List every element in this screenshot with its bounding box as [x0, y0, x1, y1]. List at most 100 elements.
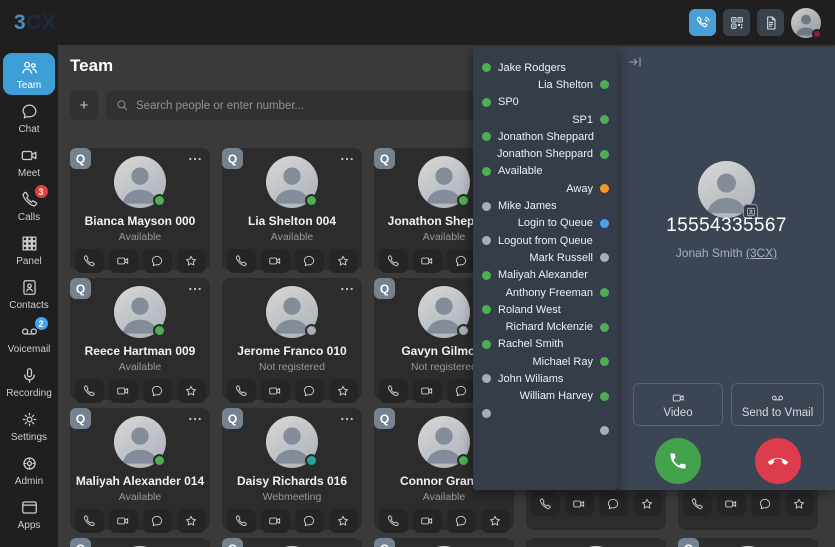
chat-button[interactable]: [295, 379, 324, 403]
call-button[interactable]: [379, 509, 408, 533]
call-button[interactable]: [531, 492, 560, 516]
chat-button[interactable]: [447, 249, 476, 273]
card-menu-button[interactable]: [337, 151, 357, 167]
transfer-list-item[interactable]: Lia Shelton: [473, 76, 618, 93]
transfer-list-item[interactable]: Away: [473, 180, 618, 197]
sidebar-item-team[interactable]: Team: [3, 53, 55, 95]
card-menu-button[interactable]: [185, 541, 205, 547]
sidebar-item-settings[interactable]: Settings: [3, 405, 55, 447]
transfer-list-item[interactable]: Logout from Queue: [473, 232, 618, 249]
video-call-button[interactable]: [413, 379, 442, 403]
chat-button[interactable]: [143, 249, 172, 273]
card-menu-button[interactable]: [337, 281, 357, 297]
favorite-button[interactable]: [329, 509, 358, 533]
call-button[interactable]: [227, 379, 256, 403]
chat-button[interactable]: [447, 379, 476, 403]
transfer-list-item[interactable]: Anthony Freeman: [473, 284, 618, 301]
call-button[interactable]: [75, 249, 104, 273]
handset-icon: [234, 254, 248, 268]
video-call-button[interactable]: [413, 249, 442, 273]
call-button[interactable]: [227, 509, 256, 533]
sidebar-item-panel[interactable]: Panel: [3, 229, 55, 271]
card-menu-button[interactable]: [489, 541, 509, 547]
transfer-list-item[interactable]: Roland West: [473, 301, 618, 318]
call-button[interactable]: [227, 249, 256, 273]
call-button[interactable]: [379, 379, 408, 403]
softphone-button[interactable]: [689, 9, 716, 36]
transfer-list-item[interactable]: Login to Queue: [473, 215, 618, 232]
transfer-list-item[interactable]: Jake Rodgers: [473, 59, 618, 76]
transfer-list-item[interactable]: Maliyah Alexander: [473, 267, 618, 284]
call-button[interactable]: [379, 249, 408, 273]
video-call-button[interactable]: [261, 379, 290, 403]
video-icon: [572, 497, 586, 511]
transfer-list-item[interactable]: Rachel Smith: [473, 336, 618, 353]
video-answer-button[interactable]: Video: [633, 383, 723, 426]
caller-account-link[interactable]: (3CX): [746, 246, 777, 260]
chat-button[interactable]: [143, 379, 172, 403]
sidebar-item-meet[interactable]: Meet: [3, 141, 55, 183]
provisioning-button[interactable]: [757, 9, 784, 36]
video-call-button[interactable]: [109, 379, 138, 403]
add-button[interactable]: +: [70, 91, 98, 120]
call-button[interactable]: [75, 509, 104, 533]
favorite-button[interactable]: [481, 509, 510, 533]
chat-button[interactable]: [447, 509, 476, 533]
sidebar-item-apps[interactable]: Apps: [3, 493, 55, 535]
transfer-list-item[interactable]: SP1: [473, 111, 618, 128]
send-to-vmail-button[interactable]: Send to Vmail: [731, 383, 824, 426]
sidebar-item-recording[interactable]: Recording: [3, 361, 55, 403]
transfer-list-item[interactable]: Richard Mckenzie: [473, 318, 618, 335]
favorite-button[interactable]: [329, 379, 358, 403]
favorite-button[interactable]: [633, 492, 662, 516]
sidebar-item-contacts[interactable]: Contacts: [3, 273, 55, 315]
favorite-button[interactable]: [177, 509, 206, 533]
sidebar-item-chat[interactable]: Chat: [3, 97, 55, 139]
card-menu-button[interactable]: [641, 541, 661, 547]
sidebar-item-admin[interactable]: Admin: [3, 449, 55, 491]
transfer-list-item[interactable]: John Wiliams: [473, 370, 618, 387]
decline-call-button[interactable]: [755, 438, 801, 484]
transfer-list-item[interactable]: [473, 422, 618, 439]
chat-button[interactable]: [295, 249, 324, 273]
transfer-list-item[interactable]: William Harvey: [473, 388, 618, 405]
card-menu-button[interactable]: [185, 411, 205, 427]
transfer-list-item[interactable]: Mark Russell: [473, 249, 618, 266]
favorite-button[interactable]: [785, 492, 814, 516]
sidebar-item-voicemail[interactable]: 2Voicemail: [3, 317, 55, 359]
transfer-list-item[interactable]: Jonathon Sheppard: [473, 128, 618, 145]
chat-button[interactable]: [143, 509, 172, 533]
chat-button[interactable]: [751, 492, 780, 516]
transfer-list-item[interactable]: [473, 405, 618, 422]
video-call-button[interactable]: [109, 249, 138, 273]
chat-icon: [150, 254, 164, 268]
card-menu-button[interactable]: [337, 541, 357, 547]
transfer-list-item[interactable]: SP0: [473, 94, 618, 111]
card-menu-button[interactable]: [793, 541, 813, 547]
transfer-list-item[interactable]: Michael Ray: [473, 353, 618, 370]
chat-button[interactable]: [295, 509, 324, 533]
video-call-button[interactable]: [565, 492, 594, 516]
answer-call-button[interactable]: [655, 438, 701, 484]
transfer-list-item[interactable]: Mike James: [473, 197, 618, 214]
transfer-list-item[interactable]: Available: [473, 163, 618, 180]
sidebar-item-calls[interactable]: 3Calls: [3, 185, 55, 227]
video-call-button[interactable]: [109, 509, 138, 533]
collapse-panel-button[interactable]: [627, 54, 645, 72]
favorite-button[interactable]: [177, 379, 206, 403]
card-menu-button[interactable]: [185, 151, 205, 167]
favorite-button[interactable]: [329, 249, 358, 273]
video-call-button[interactable]: [717, 492, 746, 516]
call-button[interactable]: [683, 492, 712, 516]
transfer-list-item[interactable]: Jonathon Sheppard: [473, 145, 618, 162]
card-menu-button[interactable]: [185, 281, 205, 297]
profile-avatar[interactable]: [791, 8, 821, 38]
call-button[interactable]: [75, 379, 104, 403]
video-call-button[interactable]: [261, 249, 290, 273]
video-call-button[interactable]: [413, 509, 442, 533]
chat-button[interactable]: [599, 492, 628, 516]
favorite-button[interactable]: [177, 249, 206, 273]
video-call-button[interactable]: [261, 509, 290, 533]
qr-code-button[interactable]: [723, 9, 750, 36]
card-menu-button[interactable]: [337, 411, 357, 427]
